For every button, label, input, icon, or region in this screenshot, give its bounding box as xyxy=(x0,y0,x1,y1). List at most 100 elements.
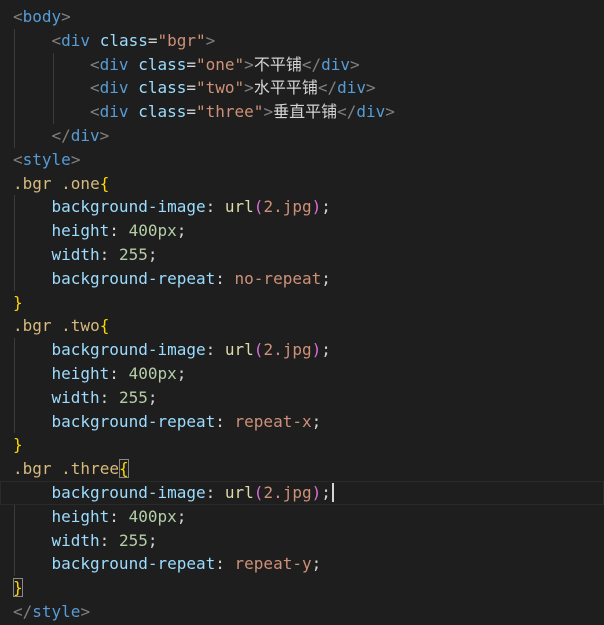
code-token-sel: .bgr .three xyxy=(13,459,119,479)
code-token-brace: } xyxy=(13,578,23,598)
code-line[interactable]: background-image: url(2.jpg); xyxy=(0,195,604,219)
code-token-sel: .bgr .two xyxy=(13,316,100,336)
code-token-punc: </ xyxy=(337,102,357,122)
code-line[interactable]: } xyxy=(0,433,604,457)
code-line[interactable]: width: 255; xyxy=(0,243,604,267)
code-token-brace: } xyxy=(13,435,23,455)
code-token-tag: div xyxy=(356,102,386,122)
code-token-punc: > xyxy=(244,54,254,74)
code-line[interactable]: width: 255; xyxy=(0,386,604,410)
code-token-punc: < xyxy=(13,149,23,169)
code-token-num: 255 xyxy=(118,387,148,407)
code-token-num: 400px xyxy=(128,506,177,526)
code-token-paren: ( xyxy=(253,483,264,502)
code-token-punc: > xyxy=(80,602,91,621)
code-token-tag: div xyxy=(337,78,366,98)
code-token-text: : xyxy=(109,506,129,526)
code-token-tag: div xyxy=(99,78,129,98)
code-token-tag: style xyxy=(22,149,71,169)
code-token-tag: div xyxy=(321,54,350,74)
code-line[interactable]: background-image: url(2.jpg); xyxy=(0,338,604,362)
code-token-text: : xyxy=(109,221,129,241)
code-line[interactable]: .bgr .one{ xyxy=(0,172,604,196)
code-token-text: : xyxy=(109,364,129,383)
code-token-prop: width xyxy=(51,245,100,264)
code-token-tag: body xyxy=(22,7,62,26)
code-token-punc: < xyxy=(13,7,23,26)
code-line[interactable]: .bgr .three{ xyxy=(0,457,604,481)
code-token-val: 2.jpg xyxy=(263,197,312,217)
code-line[interactable]: background-repeat: no-repeat; xyxy=(0,267,604,291)
code-line[interactable]: height: 400px; xyxy=(0,219,604,243)
code-line[interactable]: } xyxy=(0,576,604,600)
code-token-semi: ; xyxy=(311,411,322,431)
code-token-str: "three" xyxy=(196,102,264,122)
code-token-prop: background-repeat xyxy=(51,411,216,431)
code-token-val: no-repeat xyxy=(234,268,322,288)
code-token-semi: ; xyxy=(311,554,322,574)
code-token-punc: < xyxy=(90,102,100,122)
code-token-val: 2.jpg xyxy=(263,483,312,502)
code-token-text: : xyxy=(99,387,119,407)
code-line[interactable]: } xyxy=(0,291,604,315)
code-token-text: = xyxy=(186,54,196,74)
code-token-attr: class xyxy=(99,30,148,50)
code-token-paren: ) xyxy=(311,340,322,360)
code-token-paren: ( xyxy=(253,340,264,360)
code-line[interactable]: <body> xyxy=(0,5,604,29)
code-token-text: : xyxy=(99,245,119,264)
code-token-prop: height xyxy=(51,364,110,383)
code-token-prop: width xyxy=(51,387,100,407)
code-token-prop: width xyxy=(51,530,100,550)
code-line[interactable]: <div class="one">不平铺</div> xyxy=(0,53,604,77)
code-line-current[interactable]: background-image: url(2.jpg); xyxy=(0,481,604,505)
code-line[interactable]: background-repeat: repeat-y; xyxy=(0,552,604,576)
code-line[interactable]: </style> xyxy=(0,600,604,624)
code-editor[interactable]: <body> <div class="bgr"> <div class="one">… xyxy=(0,0,604,625)
code-token-tag: div xyxy=(99,102,129,122)
code-token-attr: class xyxy=(138,78,187,98)
code-token-prop: background-repeat xyxy=(51,554,216,574)
code-line[interactable]: <style> xyxy=(0,148,604,172)
code-line[interactable]: width: 255; xyxy=(0,529,604,553)
code-token-punc: > xyxy=(70,149,81,169)
code-token-punc: > xyxy=(350,54,360,74)
code-token-num: 400px xyxy=(128,364,177,383)
code-line[interactable]: .bgr .two{ xyxy=(0,314,604,338)
code-line[interactable]: <div class="two">水平平铺</div> xyxy=(0,76,604,100)
code-line[interactable]: </div> xyxy=(0,124,604,148)
code-token-brace: { xyxy=(99,316,110,336)
code-line[interactable]: height: 400px; xyxy=(0,505,604,529)
code-token-text: 水平平铺 xyxy=(253,78,318,98)
code-token-punc: </ xyxy=(317,78,338,98)
code-token-semi: ; xyxy=(176,364,187,383)
code-token-semi: ; xyxy=(147,387,158,407)
code-token-punc: </ xyxy=(301,54,322,74)
code-token-semi: ; xyxy=(147,245,158,264)
code-line[interactable]: height: 400px; xyxy=(0,362,604,386)
code-token-tag: style xyxy=(32,602,81,621)
code-token-semi: ; xyxy=(176,506,187,526)
code-token-semi: ; xyxy=(321,340,331,360)
code-token-punc: </ xyxy=(13,602,33,621)
code-token-num: 255 xyxy=(118,530,148,550)
code-token-punc: > xyxy=(205,30,216,50)
code-token-semi: ; xyxy=(147,530,158,550)
code-token-punc: > xyxy=(99,126,110,145)
code-token-sel: .bgr .one xyxy=(13,173,100,193)
code-line[interactable]: background-repeat: repeat-x; xyxy=(0,410,604,434)
code-token-fn: url xyxy=(224,483,254,502)
code-token-text: = xyxy=(147,30,158,50)
code-token-prop: background-image xyxy=(51,483,206,502)
code-token-prop: background-repeat xyxy=(51,268,216,288)
code-token-fn: url xyxy=(224,197,254,217)
code-line[interactable]: <div class="three">垂直平铺</div> xyxy=(0,100,604,124)
code-token-val: repeat-x xyxy=(234,411,312,431)
code-line[interactable]: <div class="bgr"> xyxy=(0,29,604,53)
code-token-punc: < xyxy=(90,78,100,98)
code-token-text: : xyxy=(205,483,225,502)
code-token-val: repeat-y xyxy=(234,554,312,574)
code-token-punc: > xyxy=(244,78,254,98)
